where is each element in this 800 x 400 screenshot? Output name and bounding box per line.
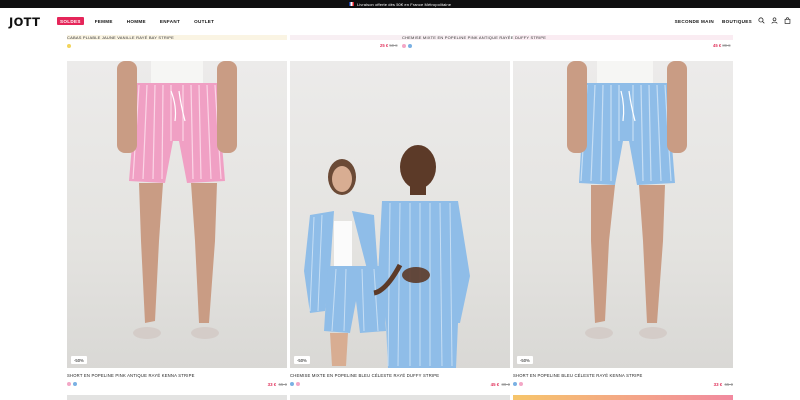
discount-badge: -50% bbox=[294, 356, 310, 364]
product-image-blue-shirt-couple[interactable]: -50% bbox=[290, 61, 510, 368]
search-icon[interactable] bbox=[758, 17, 765, 24]
next-product-image-edge[interactable] bbox=[290, 395, 510, 400]
discount-badge: -50% bbox=[517, 356, 533, 364]
price-now: 33 € bbox=[267, 381, 277, 387]
swatch-pink[interactable] bbox=[519, 381, 523, 386]
site-header: JOTT SOLDES FEMME HOMME ENFANT OUTLET SE… bbox=[0, 8, 800, 35]
discount-badge: -50% bbox=[71, 356, 87, 364]
product-card[interactable]: -50% SHORT EN POPELINE PINK ANTIQUE RAYÉ… bbox=[67, 61, 287, 387]
product-card[interactable]: -50% CHEMISE MIXTE EN POPELINE BLEU CÉLE… bbox=[290, 61, 510, 387]
prev-product-title-left[interactable]: CABAS PLIABLE JAUNE VANILLE RAYÉ BAY STR… bbox=[67, 35, 174, 40]
secondary-nav: SECONDE MAIN BOUTIQUES bbox=[667, 19, 752, 24]
nav-item-enfant[interactable]: ENFANT bbox=[160, 19, 180, 24]
nav-item-outlet[interactable]: OUTLET bbox=[194, 19, 214, 24]
france-flag-icon bbox=[348, 2, 354, 6]
price-now: 45 € bbox=[713, 43, 722, 48]
product-price: 33 € 65 € bbox=[268, 382, 287, 387]
header-icons bbox=[758, 17, 791, 24]
models-illustration bbox=[304, 145, 470, 368]
price-now: 45 € bbox=[490, 381, 500, 387]
price-old: 65 € bbox=[724, 381, 733, 387]
product-footer: 45 € 89 € bbox=[290, 381, 510, 387]
nav-item-homme[interactable]: HOMME bbox=[127, 19, 146, 24]
product-footer: 33 € 65 € bbox=[513, 381, 733, 387]
price-old: 50 € bbox=[389, 43, 398, 48]
swatch-blue[interactable] bbox=[290, 381, 294, 386]
next-product-image-edge[interactable] bbox=[513, 395, 733, 400]
swatch-pink[interactable] bbox=[402, 43, 406, 48]
product-image-blue-short[interactable]: -50% bbox=[513, 61, 733, 368]
model-illustration bbox=[117, 61, 237, 339]
swatch-yellow[interactable] bbox=[67, 43, 71, 48]
price-old: 89 € bbox=[501, 381, 510, 387]
swatch-blue[interactable] bbox=[408, 43, 412, 48]
jott-logo[interactable]: JOTT bbox=[9, 15, 40, 29]
model-illustration bbox=[567, 61, 687, 339]
swatch-blue[interactable] bbox=[513, 381, 517, 386]
swatch-blue[interactable] bbox=[73, 381, 77, 386]
swatch-pink[interactable] bbox=[67, 381, 71, 386]
price-old: 65 € bbox=[278, 381, 287, 387]
account-icon[interactable] bbox=[771, 17, 778, 24]
prev-product-title-right[interactable]: CHEMISE MIXTE EN POPELINE PINK ANTIQUE R… bbox=[402, 35, 546, 40]
nav-item-boutiques[interactable]: BOUTIQUES bbox=[722, 19, 752, 24]
next-product-image-edge[interactable] bbox=[67, 395, 287, 400]
color-swatches bbox=[67, 375, 79, 393]
product-price: 33 € 65 € bbox=[714, 382, 733, 387]
prev-swatches-right bbox=[402, 43, 414, 48]
main-nav: SOLDES FEMME HOMME ENFANT OUTLET bbox=[57, 17, 228, 25]
product-title[interactable]: SHORT EN POPELINE BLEU CÉLESTE RAYÉ KENN… bbox=[513, 373, 733, 378]
product-card[interactable]: -50% SHORT EN POPELINE BLEU CÉLESTE RAYÉ… bbox=[513, 61, 733, 387]
promo-text: Livraison offerte dès 50€ en France Métr… bbox=[356, 1, 452, 7]
swatch-pink[interactable] bbox=[296, 381, 300, 386]
prev-swatch-yellow[interactable] bbox=[67, 43, 73, 48]
product-image-pink-short[interactable]: -50% bbox=[67, 61, 287, 368]
prev-price-right: 45 € 89 € bbox=[713, 43, 730, 48]
color-swatches bbox=[290, 375, 302, 393]
nav-item-seconde-main[interactable]: SECONDE MAIN bbox=[675, 19, 714, 24]
prev-price-center: 25 € 50 € bbox=[380, 43, 397, 48]
price-now: 25 € bbox=[380, 43, 389, 48]
nav-item-femme[interactable]: FEMME bbox=[95, 19, 113, 24]
promo-bar: Livraison offerte dès 50€ en France Métr… bbox=[0, 0, 800, 8]
product-footer: 33 € 65 € bbox=[67, 381, 287, 387]
price-old: 89 € bbox=[722, 43, 731, 48]
product-title[interactable]: SHORT EN POPELINE PINK ANTIQUE RAYÉ KENN… bbox=[67, 373, 287, 378]
nav-item-soldes[interactable]: SOLDES bbox=[57, 17, 84, 25]
price-now: 33 € bbox=[713, 381, 723, 387]
product-title[interactable]: CHEMISE MIXTE EN POPELINE BLEU CÉLESTE R… bbox=[290, 373, 510, 378]
product-price: 45 € 89 € bbox=[491, 382, 510, 387]
color-swatches bbox=[513, 375, 525, 393]
bag-icon[interactable] bbox=[784, 17, 791, 24]
